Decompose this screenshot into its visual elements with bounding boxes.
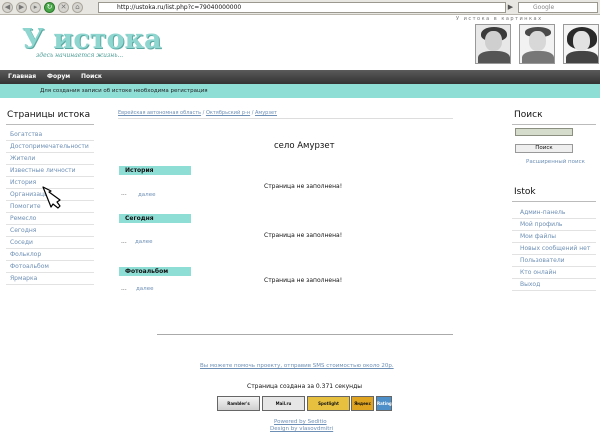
- go-arrow-icon[interactable]: ▶: [506, 3, 515, 12]
- powered-by-link[interactable]: Powered by Seditio: [274, 419, 327, 425]
- browser-search-input[interactable]: Google: [518, 2, 598, 13]
- nav-home[interactable]: Главная: [8, 73, 36, 80]
- menu-item-residents[interactable]: Жители: [6, 153, 94, 165]
- section-photoalbum-empty: Страница не заполнена!: [264, 277, 343, 284]
- counter-rambler[interactable]: Rambler's: [217, 396, 260, 411]
- divider: [118, 118, 453, 119]
- menu-item-riches[interactable]: Богатства: [6, 129, 94, 141]
- search-button[interactable]: Поиск: [515, 144, 573, 153]
- breadcrumb-village[interactable]: Амурзет: [255, 110, 277, 116]
- menu-item-neighbors[interactable]: Соседи: [6, 237, 94, 249]
- home-icon[interactable]: ⌂: [72, 2, 83, 13]
- menu-item-famous[interactable]: Известные личности: [6, 165, 94, 177]
- menu-item-users[interactable]: Пользователи: [512, 255, 596, 267]
- section-today-empty: Страница не заполнена!: [264, 232, 343, 239]
- section-history-more-link[interactable]: далее: [138, 192, 155, 198]
- sms-donate-link[interactable]: Вы можете помочь проекту, отправив SMS с…: [200, 363, 394, 369]
- counter-yandex[interactable]: Яндекс: [351, 396, 374, 411]
- counter-spotlight[interactable]: Spotlight: [307, 396, 350, 411]
- back-icon[interactable]: ◀: [2, 2, 13, 13]
- menu-item-online[interactable]: Кто онлайн: [512, 267, 596, 279]
- menu-item-today[interactable]: Сегодня: [6, 225, 94, 237]
- section-today-title: Сегодня: [119, 214, 191, 223]
- search-input[interactable]: [515, 128, 573, 136]
- menu-item-fair[interactable]: Ярмарка: [6, 273, 94, 285]
- breadcrumb-district[interactable]: Октябрьский р-н: [206, 110, 250, 116]
- section-today-dots: ...: [121, 238, 127, 245]
- menu-item-photoalbum[interactable]: Фотоальбом: [6, 261, 94, 273]
- site-logo[interactable]: У истока: [22, 24, 162, 55]
- menu-item-sights[interactable]: Достопримечательности: [6, 141, 94, 153]
- section-photoalbum-dots: ...: [121, 285, 127, 292]
- section-photoalbum-title: Фотоальбом: [119, 267, 191, 276]
- section-photoalbum-more-link[interactable]: далее: [136, 286, 153, 292]
- section-history-title: История: [119, 166, 191, 175]
- istok-title: Istok: [514, 187, 536, 197]
- counter-rating[interactable]: Rating: [376, 396, 392, 411]
- advanced-search-link[interactable]: Расширенный поиск: [526, 159, 585, 165]
- page-title: село Амурзет: [274, 141, 335, 151]
- user-menu: Админ-панель Мой профиль Мои файлы Новых…: [512, 207, 596, 291]
- divider: [512, 201, 596, 202]
- design-by-link[interactable]: Design by vlasovdmitri: [270, 426, 333, 432]
- menu-item-profile[interactable]: Мой профиль: [512, 219, 596, 231]
- forward-dropdown-icon[interactable]: ▸: [30, 2, 41, 13]
- menu-item-admin[interactable]: Админ-панель: [512, 207, 596, 219]
- menu-item-messages[interactable]: Новых сообщений нет: [512, 243, 596, 255]
- registration-notice: Для создания записи об истоке необходима…: [40, 88, 208, 94]
- counter-mailru[interactable]: Mail.ru: [262, 396, 305, 411]
- menu-item-folklore[interactable]: Фольклор: [6, 249, 94, 261]
- header-photo[interactable]: [475, 24, 511, 64]
- section-history-empty: Страница не заполнена!: [264, 183, 343, 190]
- menu-item-craft[interactable]: Ремесло: [6, 213, 94, 225]
- forward-icon[interactable]: ▶: [16, 2, 27, 13]
- generation-time: Страница создана за 0.371 секунды: [247, 383, 362, 390]
- section-history-dots: ...: [121, 190, 127, 197]
- site-header: У истока здесь начинается жизнь... У ист…: [0, 15, 600, 70]
- address-bar[interactable]: http://ustoka.ru/list.php?c=79040000000: [98, 2, 506, 13]
- header-photo[interactable]: [563, 24, 599, 64]
- stop-icon[interactable]: ✕: [58, 2, 69, 13]
- menu-item-files[interactable]: Мои файлы: [512, 231, 596, 243]
- reload-icon[interactable]: ↻: [44, 2, 55, 13]
- browser-toolbar: ◀ ▶ ▸ ↻ ✕ ⌂ http://ustoka.ru/list.php?c=…: [0, 0, 600, 15]
- nav-forum[interactable]: Форум: [47, 73, 70, 80]
- nav-search[interactable]: Поиск: [81, 73, 102, 80]
- hand-cursor-icon: [42, 186, 61, 209]
- header-photo[interactable]: [519, 24, 555, 64]
- divider: [512, 124, 596, 125]
- breadcrumb: Еврейская автономная область / Октябрьск…: [118, 110, 277, 116]
- photos-caption: У истока в картинках: [456, 16, 543, 22]
- main-nav: Главная Форум Поиск: [0, 70, 600, 84]
- site-tagline: здесь начинается жизнь...: [36, 52, 124, 59]
- divider: [6, 124, 94, 125]
- section-today-more-link[interactable]: далее: [135, 239, 152, 245]
- menu-item-logout[interactable]: Выход: [512, 279, 596, 291]
- notice-bar: Для создания записи об истоке необходима…: [0, 84, 600, 98]
- divider: [157, 334, 453, 335]
- right-search-title: Поиск: [514, 110, 543, 120]
- left-sidebar-title: Страницы истока: [7, 110, 91, 120]
- breadcrumb-region[interactable]: Еврейская автономная область: [118, 110, 201, 116]
